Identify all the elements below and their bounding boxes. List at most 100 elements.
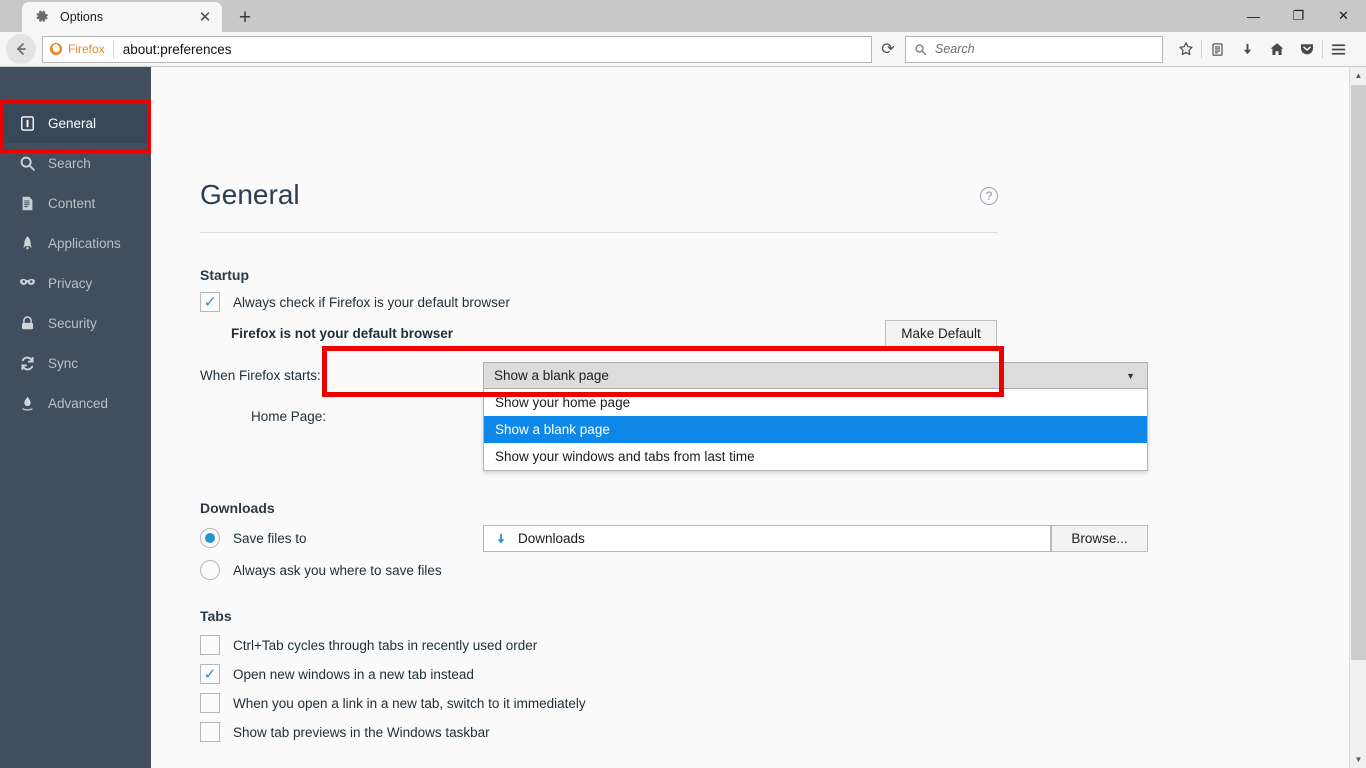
applications-icon <box>16 235 38 252</box>
dropdown-option-last-time[interactable]: Show your windows and tabs from last tim… <box>484 443 1147 470</box>
tabs-option-row[interactable]: Ctrl+Tab cycles through tabs in recently… <box>200 635 537 655</box>
browse-label: Browse... <box>1071 531 1128 546</box>
browser-window: Options ✕ + — ❐ ✕ Firefox about:preferen… <box>0 0 1366 768</box>
sidebar-item-label: Privacy <box>48 275 93 291</box>
menu-hamburger-icon[interactable] <box>1323 34 1353 64</box>
help-icon[interactable]: ? <box>980 187 998 205</box>
download-path-value: Downloads <box>518 531 585 546</box>
open-new-windows-checkbox[interactable]: ✓ <box>200 664 220 684</box>
switch-to-new-tab-label: When you open a link in a new tab, switc… <box>233 695 586 711</box>
scroll-down-icon[interactable]: ▼ <box>1350 751 1366 768</box>
default-browser-status: Firefox is not your default browser <box>231 326 454 341</box>
ctrl-tab-cycles-label: Ctrl+Tab cycles through tabs in recently… <box>233 637 538 653</box>
chevron-down-icon: ▼ <box>1126 370 1135 381</box>
toolbar-search-box[interactable]: Search <box>905 35 1163 63</box>
sidebar-item-sync[interactable]: Sync <box>0 343 151 383</box>
window-controls: — ❐ ✕ <box>1231 0 1366 32</box>
reader-list-icon[interactable] <box>1202 34 1232 64</box>
make-default-button[interactable]: Make Default <box>885 320 997 347</box>
sidebar-item-label: Advanced <box>48 395 109 411</box>
when-firefox-starts-label: When Firefox starts: <box>200 368 321 383</box>
minimize-icon[interactable]: — <box>1231 0 1276 32</box>
preferences-sidebar: General Search Content Applications Priv… <box>0 67 151 768</box>
home-icon[interactable] <box>1262 34 1292 64</box>
firefox-identity-chip: Firefox <box>43 39 114 59</box>
always-check-default-label: Always check if Firefox is your default … <box>233 294 510 310</box>
sync-icon <box>16 355 38 372</box>
privacy-mask-icon <box>16 274 38 293</box>
startup-behavior-dropdown-list[interactable]: Show your home page Show a blank page Sh… <box>483 389 1148 471</box>
bookmark-star-icon[interactable] <box>1171 34 1201 64</box>
reload-icon[interactable]: ⟳ <box>874 36 902 63</box>
make-default-label: Make Default <box>901 326 981 341</box>
pocket-icon[interactable] <box>1292 34 1322 64</box>
page-title: General <box>200 179 300 210</box>
startup-behavior-selected-value: Show a blank page <box>494 368 609 383</box>
sidebar-item-general[interactable]: General <box>0 103 151 143</box>
address-bar[interactable]: Firefox about:preferences <box>42 35 872 63</box>
new-tab-button[interactable]: + <box>232 4 258 30</box>
sidebar-item-label: Applications <box>48 235 121 251</box>
always-check-default-checkbox[interactable]: ✓ <box>200 292 220 312</box>
navigation-toolbar: Firefox about:preferences ⟳ Search <box>0 32 1366 67</box>
open-new-windows-label: Open new windows in a new tab instead <box>233 666 474 682</box>
section-heading-downloads: Downloads <box>200 500 275 516</box>
always-check-default-row[interactable]: ✓ Always check if Firefox is your defaul… <box>200 292 510 312</box>
gear-icon <box>34 9 50 25</box>
sidebar-item-search[interactable]: Search <box>0 143 151 183</box>
startup-behavior-dropdown[interactable]: Show a blank page ▼ <box>483 362 1148 389</box>
sidebar-item-privacy[interactable]: Privacy <box>0 263 151 303</box>
preferences-pane: General ? Startup ✓ Always check if Fire… <box>151 67 1349 768</box>
sidebar-item-label: Sync <box>48 355 79 371</box>
sidebar-item-security[interactable]: Security <box>0 303 151 343</box>
downloads-folder-icon <box>494 532 508 546</box>
brand-label: Firefox <box>68 42 105 56</box>
home-page-label: Home Page: <box>251 409 327 424</box>
tab-previews-checkbox[interactable] <box>200 722 220 742</box>
security-lock-icon <box>16 315 38 332</box>
title-bar: Options ✕ + — ❐ ✕ <box>0 0 1366 32</box>
section-heading-tabs: Tabs <box>200 608 232 624</box>
general-icon <box>16 115 38 132</box>
downloads-icon[interactable] <box>1232 34 1262 64</box>
page-scrollbar[interactable]: ▲ ▼ <box>1349 67 1366 768</box>
tabs-option-row[interactable]: ✓ Open new windows in a new tab instead <box>200 664 474 684</box>
firefox-logo-icon <box>49 42 63 56</box>
tabs-option-row[interactable]: Show tab previews in the Windows taskbar <box>200 722 490 742</box>
sidebar-item-advanced[interactable]: Advanced <box>0 383 151 423</box>
search-placeholder: Search <box>935 42 975 56</box>
close-window-icon[interactable]: ✕ <box>1321 0 1366 32</box>
content-icon <box>16 195 38 212</box>
save-files-to-row[interactable]: Save files to <box>200 528 307 548</box>
save-files-to-label: Save files to <box>233 530 307 546</box>
browse-button[interactable]: Browse... <box>1051 525 1148 552</box>
sidebar-item-content[interactable]: Content <box>0 183 151 223</box>
sidebar-item-label: Security <box>48 315 97 331</box>
always-ask-row[interactable]: Always ask you where to save files <box>200 560 442 580</box>
scrollbar-thumb[interactable] <box>1351 85 1366 660</box>
close-icon[interactable]: ✕ <box>194 6 216 28</box>
search-icon <box>16 155 38 172</box>
title-divider <box>200 232 998 233</box>
tabs-option-row[interactable]: When you open a link in a new tab, switc… <box>200 693 586 713</box>
sidebar-item-label: Content <box>48 195 96 211</box>
switch-to-new-tab-checkbox[interactable] <box>200 693 220 713</box>
maximize-icon[interactable]: ❐ <box>1276 0 1321 32</box>
browser-tab-options[interactable]: Options ✕ <box>22 2 222 32</box>
toolbar-icons <box>1171 34 1353 64</box>
search-icon <box>914 43 927 56</box>
tab-title: Options <box>60 10 104 24</box>
dropdown-option-blank-page[interactable]: Show a blank page <box>484 416 1147 443</box>
always-ask-radio[interactable] <box>200 560 220 580</box>
ctrl-tab-cycles-checkbox[interactable] <box>200 635 220 655</box>
advanced-icon <box>16 395 38 412</box>
back-icon[interactable] <box>6 34 36 64</box>
sidebar-item-label: General <box>48 115 97 131</box>
url-text: about:preferences <box>122 41 232 57</box>
scroll-up-icon[interactable]: ▲ <box>1350 67 1366 84</box>
section-heading-startup: Startup <box>200 267 249 283</box>
save-files-to-radio[interactable] <box>200 528 220 548</box>
dropdown-option-home-page[interactable]: Show your home page <box>484 389 1147 416</box>
sidebar-item-applications[interactable]: Applications <box>0 223 151 263</box>
download-path-field[interactable]: Downloads <box>483 525 1051 552</box>
